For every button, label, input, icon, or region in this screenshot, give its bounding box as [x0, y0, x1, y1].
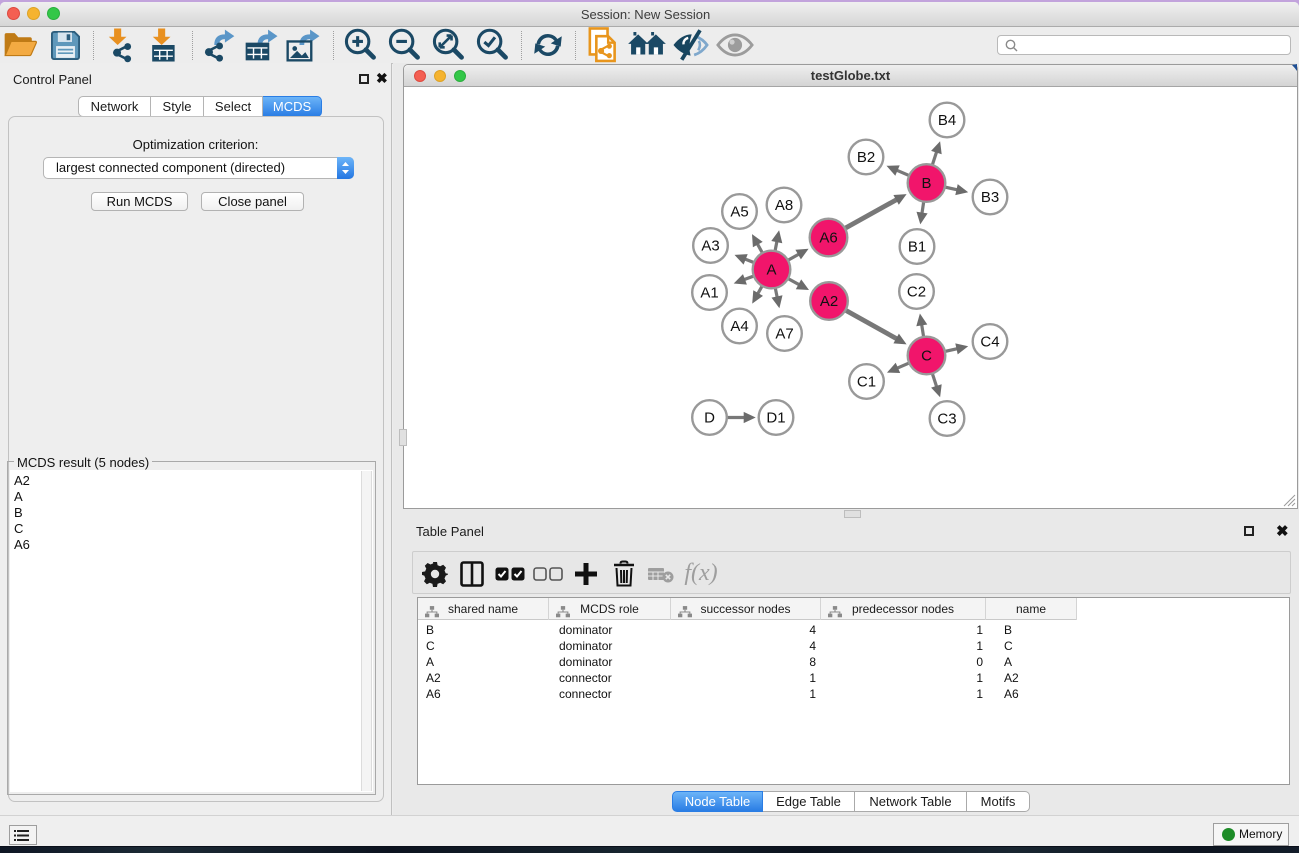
svg-text:A4: A4 — [730, 318, 748, 335]
svg-text:C3: C3 — [937, 411, 956, 428]
svg-text:C2: C2 — [907, 284, 926, 301]
svg-text:B2: B2 — [857, 149, 875, 166]
svg-text:A8: A8 — [775, 197, 793, 214]
svg-text:B3: B3 — [981, 189, 999, 206]
svg-text:B4: B4 — [938, 112, 956, 129]
svg-text:D: D — [704, 410, 715, 427]
svg-text:A6: A6 — [819, 230, 837, 247]
svg-text:A2: A2 — [820, 293, 838, 310]
svg-text:B1: B1 — [908, 239, 926, 256]
svg-text:B: B — [921, 175, 931, 192]
svg-text:A7: A7 — [775, 326, 793, 343]
svg-text:C: C — [921, 348, 932, 365]
svg-text:C1: C1 — [857, 374, 876, 391]
svg-text:D1: D1 — [766, 410, 785, 427]
svg-text:A1: A1 — [700, 285, 718, 302]
svg-text:C4: C4 — [980, 334, 999, 351]
svg-text:A5: A5 — [730, 204, 748, 221]
svg-text:A: A — [766, 262, 776, 279]
svg-text:A3: A3 — [701, 238, 719, 255]
